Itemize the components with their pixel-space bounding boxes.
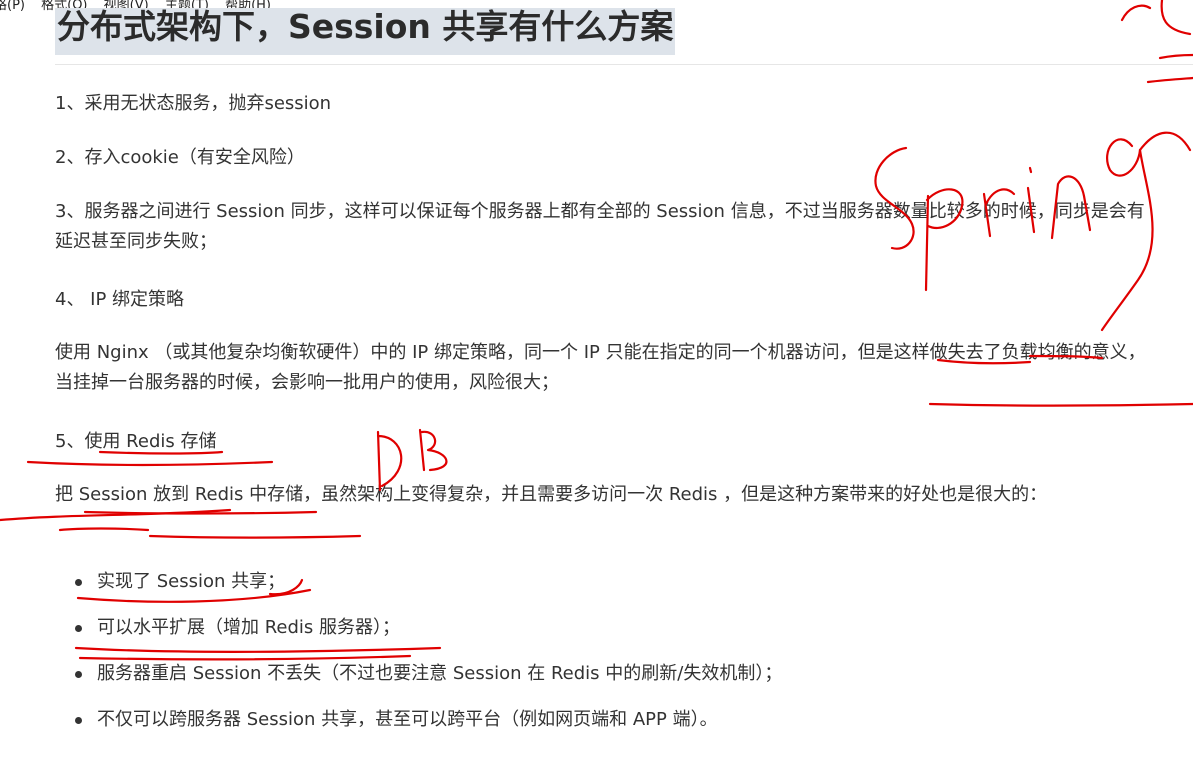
ink-underline-redis xyxy=(26,460,274,467)
item-3: 3、服务器之间进行 Session 同步，这样可以保证每个服务器上都有全部的 S… xyxy=(55,201,1145,252)
list-item: 实现了 Session 共享； xyxy=(75,567,782,613)
ink-topright-stroke-1 xyxy=(1120,4,1152,22)
ink-underline-hen-da xyxy=(148,534,362,539)
ink-underline-session-redis xyxy=(83,510,318,515)
list-item: 不仅可以跨服务器 Session 共享，甚至可以跨平台（例如网页端和 APP 端… xyxy=(75,705,782,751)
ink-strike-hen-da xyxy=(58,527,150,532)
item-2: 2、存入cookie（有安全风险） xyxy=(55,147,305,168)
ink-topright-stroke-4 xyxy=(1158,53,1193,60)
title-divider xyxy=(55,64,1193,65)
ink-topright-stroke-2 xyxy=(1160,0,1192,36)
ink-line-right xyxy=(928,402,1193,407)
list-item: 服务器重启 Session 不丢失（不过也要注意 Session 在 Redis… xyxy=(75,659,782,705)
page-title: 分布式架构下，Session 共享有什么方案 xyxy=(57,7,674,46)
item-4-description: 使用 Nginx （或其他复杂均衡软硬件）中的 IP 绑定策略，同一个 IP 只… xyxy=(55,342,1146,393)
menu-item-paragraph[interactable]: 格(P) xyxy=(0,0,25,13)
item-4: 4、 IP 绑定策略 xyxy=(55,289,185,310)
ink-left-sweep xyxy=(0,508,232,522)
benefit-list: 实现了 Session 共享； 可以水平扩展（增加 Redis 服务器）； 服务… xyxy=(75,567,782,751)
item-5: 5、使用 Redis 存储 xyxy=(55,431,217,452)
ink-topright-stroke-3 xyxy=(1146,76,1193,84)
title-highlight: 分布式架构下，Session 共享有什么方案 xyxy=(55,7,676,55)
item-1: 1、采用无状态服务，抛弃session xyxy=(55,93,332,114)
list-item: 可以水平扩展（增加 Redis 服务器）； xyxy=(75,613,782,659)
item-5-description: 把 Session 放到 Redis 中存储，虽然架构上变得复杂，并且需要多访问… xyxy=(55,484,1048,505)
